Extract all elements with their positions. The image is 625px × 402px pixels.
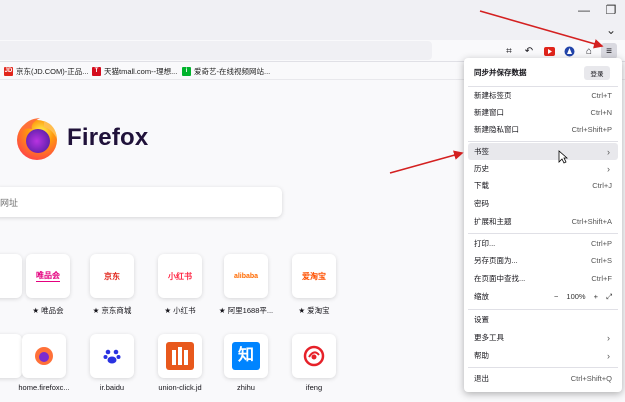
top-site-label: home.firefoxc...	[18, 383, 70, 392]
vpn-icon[interactable]	[561, 43, 577, 59]
top-site-label: zhihu	[237, 383, 255, 392]
firefox-small-icon	[35, 347, 53, 365]
bookmark-label: 爱奇艺-在线视频网站...	[194, 66, 271, 76]
top-site-tile[interactable]: 爱淘宝	[292, 254, 336, 298]
back-arrow-icon[interactable]: ↶	[521, 43, 537, 59]
menu-separator	[468, 141, 618, 142]
top-site-tile[interactable]	[158, 334, 202, 378]
bookmark-label: 京东(JD.COM)-正品...	[16, 66, 89, 76]
firefox-logo-icon	[14, 115, 60, 161]
menu-item-addons-themes[interactable]: 扩展和主题 Ctrl+Shift+A	[468, 213, 618, 230]
bookmark-jd[interactable]: JD 京东(JD.COM)-正品...	[4, 65, 89, 77]
top-site-tile[interactable]	[90, 334, 134, 378]
login-button[interactable]: 登录	[584, 66, 610, 80]
aitaobao-logo-icon: 爱淘宝	[302, 271, 326, 281]
union-click-logo-icon	[166, 342, 194, 370]
chevron-right-icon: ›	[607, 350, 610, 361]
top-site-label: ir.baidu	[99, 383, 125, 392]
menu-separator	[468, 309, 618, 310]
video-icon[interactable]	[541, 43, 557, 59]
top-site-label: ★ 爱淘宝	[298, 306, 330, 315]
zoom-level[interactable]: 100%	[566, 292, 585, 301]
menu-item-zoom: 缩放 − 100% + ⤢	[474, 291, 612, 302]
restore-icon[interactable]: ❐	[597, 0, 625, 20]
top-site-tile[interactable]: 小红书	[158, 254, 202, 298]
menu-item-new-tab[interactable]: 新建标签页 Ctrl+T	[468, 87, 618, 104]
menu-item-save-page[interactable]: 另存页面为... Ctrl+S	[468, 252, 618, 269]
menu-item-print[interactable]: 打印... Ctrl+P	[468, 235, 618, 252]
menu-item-find[interactable]: 在页面中查找... Ctrl+F	[468, 270, 618, 287]
zhihu-logo-icon: 知	[232, 342, 260, 370]
top-site-tile[interactable]	[292, 334, 336, 378]
xiaohongshu-logo-icon: 小红书	[168, 271, 192, 281]
bookmark-iqiyi[interactable]: i 爱奇艺-在线视频网站...	[182, 65, 270, 77]
address-bar[interactable]	[0, 41, 432, 60]
ifeng-logo-icon	[303, 345, 325, 367]
jd-logo-icon: 京东	[104, 271, 120, 281]
vip-logo-icon: 唯品会	[36, 271, 60, 282]
zoom-in-button[interactable]: +	[594, 292, 598, 301]
chevron-down-icon[interactable]: ⌄	[597, 20, 625, 40]
sync-label: 同步并保存数据	[474, 68, 527, 77]
menu-item-new-private-window[interactable]: 新建隐私窗口 Ctrl+Shift+P	[468, 121, 618, 138]
top-site-tile[interactable]	[22, 334, 66, 378]
search-box[interactable]: 网址	[0, 187, 282, 217]
baidu-paw-icon	[103, 349, 121, 364]
alibaba-logo-icon: alibaba	[233, 272, 259, 280]
title-bar: — ❐ ⌄	[0, 0, 625, 40]
top-site-tile[interactable]: alibaba	[224, 254, 268, 298]
firefox-wordmark: Firefox	[67, 124, 149, 151]
bookmark-tmall[interactable]: T 天猫tmall.com--理想...	[92, 65, 177, 77]
bookmark-label: 天猫tmall.com--理想...	[104, 66, 178, 76]
menu-item-history[interactable]: 历史 ›	[468, 160, 618, 177]
zoom-controls: − 100% + ⤢	[554, 292, 612, 302]
app-menu-panel: 同步并保存数据 登录 新建标签页 Ctrl+T 新建窗口 Ctrl+N 新建隐私窗口…	[464, 58, 622, 392]
screenshot-icon[interactable]: ⌗	[501, 43, 517, 59]
minimize-icon[interactable]: —	[570, 0, 598, 20]
menu-item-more-tools[interactable]: 更多工具 ›	[468, 329, 618, 346]
top-site-tile[interactable]	[0, 334, 22, 378]
jd-favicon-icon: JD	[4, 66, 13, 76]
menu-item-new-window[interactable]: 新建窗口 Ctrl+N	[468, 104, 618, 121]
menu-separator	[468, 233, 618, 234]
search-placeholder: 网址	[0, 198, 19, 208]
menu-separator	[468, 367, 618, 368]
menu-item-settings[interactable]: 设置	[468, 311, 618, 328]
fullscreen-icon[interactable]: ⤢	[606, 292, 612, 302]
menu-item-bookmarks[interactable]: 书签 ›	[468, 143, 618, 160]
chevron-right-icon: ›	[607, 332, 610, 343]
top-site-tile[interactable]: 知	[224, 334, 268, 378]
tmall-favicon-icon: T	[92, 66, 101, 76]
chevron-right-icon: ›	[607, 163, 610, 174]
iqiyi-favicon-icon: i	[182, 66, 191, 76]
zoom-out-button[interactable]: −	[554, 292, 558, 301]
top-site-tile[interactable]: 唯品会	[26, 254, 70, 298]
top-site-label: ★ 阿里1688平...	[218, 306, 274, 315]
menu-item-help[interactable]: 帮助 ›	[468, 347, 618, 364]
menu-item-quit[interactable]: 退出 Ctrl+Shift+Q	[468, 370, 618, 387]
top-site-label: ★ 京东商城	[92, 306, 132, 315]
top-site-tile[interactable]: 京东	[90, 254, 134, 298]
extensions-icon[interactable]: ⌂	[581, 43, 597, 59]
top-site-tile[interactable]	[0, 254, 22, 298]
mouse-cursor-icon	[558, 150, 568, 164]
menu-item-passwords[interactable]: 密码	[468, 195, 618, 212]
chevron-right-icon: ›	[607, 146, 610, 157]
menu-icon[interactable]: ≡	[601, 43, 617, 59]
menu-item-downloads[interactable]: 下载 Ctrl+J	[468, 177, 618, 194]
top-site-label: ifeng	[305, 383, 323, 392]
